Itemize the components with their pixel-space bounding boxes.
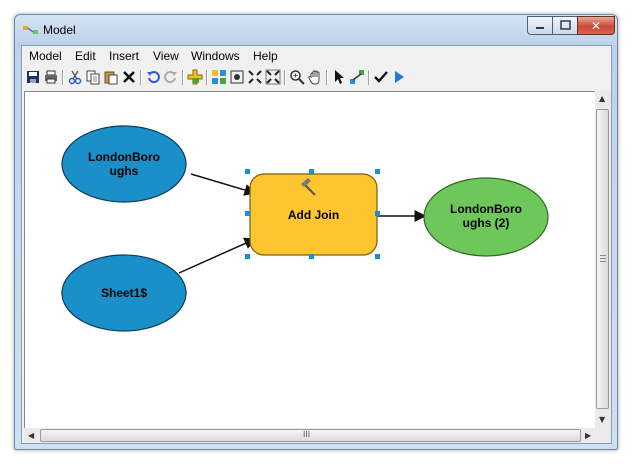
select-icon[interactable] bbox=[331, 69, 347, 85]
minimize-icon bbox=[536, 27, 544, 29]
model-canvas[interactable]: LondonBoro ughs Sheet1$ Add Join LondonB… bbox=[24, 91, 596, 430]
redo-icon[interactable] bbox=[163, 69, 179, 85]
zoom-icon[interactable] bbox=[289, 69, 305, 85]
close-button[interactable]: ✕ bbox=[577, 16, 615, 35]
menu-windows[interactable]: Windows bbox=[191, 49, 240, 63]
menu-insert[interactable]: Insert bbox=[109, 49, 139, 63]
output-label: LondonBoro ughs (2) bbox=[427, 202, 545, 230]
paste-icon[interactable] bbox=[103, 69, 119, 85]
vertical-scrollbar[interactable]: ▲ ▼ bbox=[595, 91, 611, 428]
scroll-grip-text: III bbox=[303, 430, 311, 439]
window-title: Model bbox=[43, 23, 76, 37]
model-diagram bbox=[61, 125, 549, 332]
menu-help[interactable]: Help bbox=[253, 49, 278, 63]
connector-input2-tool bbox=[178, 237, 257, 274]
vertical-scroll-thumb[interactable] bbox=[596, 109, 609, 409]
validate-icon[interactable] bbox=[373, 69, 389, 85]
menu-bar: Model Edit Insert View Windows Help bbox=[22, 46, 611, 66]
output-label-line1: LondonBoro bbox=[450, 202, 522, 216]
input1-label: LondonBoro ughs bbox=[65, 150, 183, 178]
run-icon[interactable] bbox=[391, 69, 407, 85]
zoom-in-fixed-icon[interactable] bbox=[247, 69, 263, 85]
resize-grip[interactable] bbox=[595, 428, 611, 443]
save-icon[interactable] bbox=[25, 69, 41, 85]
input2-label: Sheet1$ bbox=[100, 286, 148, 300]
zoom-out-fixed-icon[interactable] bbox=[265, 69, 281, 85]
model-toolbar bbox=[22, 67, 611, 89]
scroll-left-icon[interactable]: ◀ bbox=[28, 431, 34, 440]
undo-icon[interactable] bbox=[145, 69, 161, 85]
scroll-down-icon[interactable]: ▼ bbox=[599, 415, 605, 424]
connector-input1-tool bbox=[190, 173, 257, 196]
add-data-icon[interactable] bbox=[187, 69, 203, 85]
menu-view[interactable]: View bbox=[153, 49, 179, 63]
input1-label-line2: ughs bbox=[109, 164, 139, 178]
cut-icon[interactable] bbox=[67, 69, 83, 85]
tool-label: Add Join bbox=[287, 208, 340, 222]
scroll-right-icon[interactable]: ▶ bbox=[585, 431, 591, 440]
menu-model[interactable]: Model bbox=[29, 49, 62, 63]
title-bar[interactable]: Model ✕ bbox=[15, 15, 617, 45]
model-app-icon bbox=[23, 26, 38, 34]
copy-icon[interactable] bbox=[85, 69, 101, 85]
input1-label-line1: LondonBoro bbox=[88, 150, 160, 164]
print-icon[interactable] bbox=[43, 69, 59, 85]
delete-icon[interactable] bbox=[121, 69, 137, 85]
model-client-area: Model Edit Insert View Windows Help Lond… bbox=[21, 45, 612, 444]
connect-icon[interactable] bbox=[349, 69, 365, 85]
model-window: Model ✕ Model Edit Insert View Windows H… bbox=[14, 14, 618, 450]
maximize-button[interactable] bbox=[552, 16, 578, 35]
minimize-button[interactable] bbox=[527, 16, 553, 35]
horizontal-scroll-thumb[interactable]: III bbox=[40, 429, 581, 442]
auto-layout-icon[interactable] bbox=[211, 69, 227, 85]
maximize-icon bbox=[560, 20, 571, 30]
scroll-up-icon[interactable]: ▲ bbox=[599, 94, 605, 103]
full-extent-icon[interactable] bbox=[229, 69, 245, 85]
output-label-line2: ughs (2) bbox=[462, 216, 510, 230]
horizontal-scrollbar[interactable]: ◀ III ▶ bbox=[24, 428, 595, 443]
close-icon: ✕ bbox=[590, 19, 602, 33]
menu-edit[interactable]: Edit bbox=[75, 49, 96, 63]
pan-icon[interactable] bbox=[307, 69, 323, 85]
